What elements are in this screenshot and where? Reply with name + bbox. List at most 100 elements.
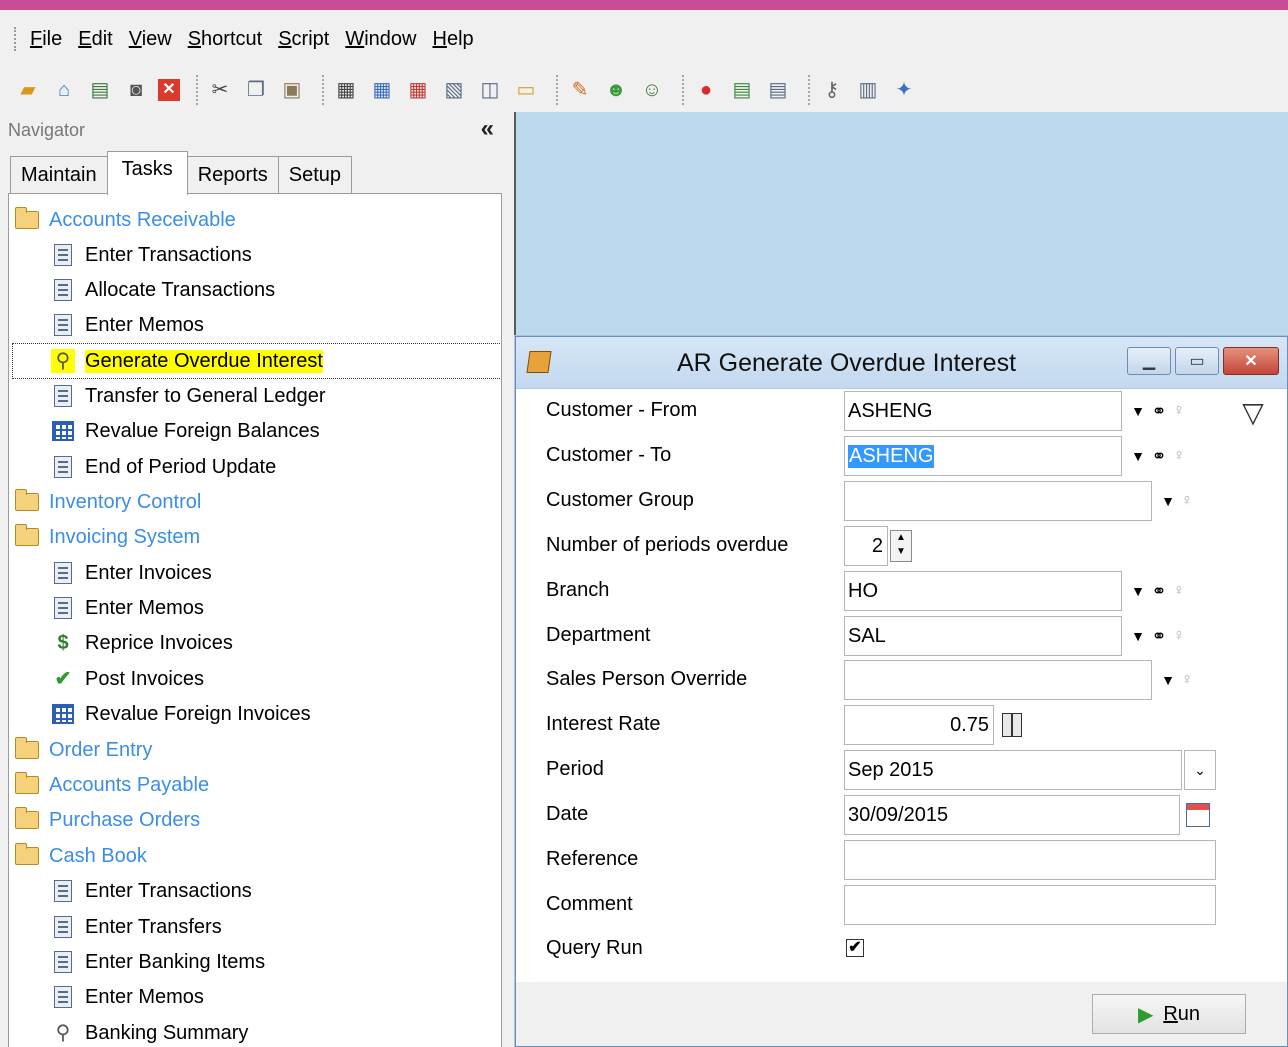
period-select[interactable]: Sep 2015 <box>844 750 1182 790</box>
sales-person-input[interactable] <box>844 660 1152 700</box>
tree-folder-invoicing-system[interactable]: Invoicing System <box>15 520 200 554</box>
tree-item-ar-enter-memos[interactable]: Enter Memos <box>51 308 204 342</box>
dialog-titlebar[interactable]: AR Generate Overdue Interest ▁ ▭ ✕ <box>516 337 1287 389</box>
maximize-button[interactable]: ▭ <box>1175 347 1219 375</box>
comment-input[interactable] <box>844 885 1216 925</box>
tree-item-ar-enter-transactions[interactable]: Enter Transactions <box>51 238 252 272</box>
branch-dropdown-icon[interactable]: ▼ <box>1128 577 1148 605</box>
clipboard-icon[interactable]: ▥ <box>854 76 882 104</box>
tree-item-inv-enter-invoices[interactable]: Enter Invoices <box>51 556 212 590</box>
camera-icon[interactable]: ◙ <box>122 76 150 104</box>
tree-folder-purchase-orders[interactable]: Purchase Orders <box>15 803 200 837</box>
preview-icon[interactable]: ◫ <box>476 76 504 104</box>
customer-from-hint-icon[interactable]: ♀ <box>1170 397 1188 425</box>
tree-item-inv-revalue[interactable]: Revalue Foreign Invoices <box>51 697 311 731</box>
users-icon[interactable]: ☻ <box>602 76 630 104</box>
menu-script[interactable]: Script <box>278 28 329 51</box>
tree-item-inv-enter-memos[interactable]: Enter Memos <box>51 591 204 625</box>
interest-rate-input[interactable]: 0.75 <box>844 705 994 745</box>
note-icon[interactable]: ▭ <box>512 76 540 104</box>
script-edit-icon[interactable]: ▤ <box>764 76 792 104</box>
calendar-icon[interactable] <box>1186 803 1210 827</box>
menu-view[interactable]: View <box>129 28 172 51</box>
periods-overdue-input[interactable]: 2 <box>844 526 888 566</box>
tree-item-cb-enter-memos[interactable]: Enter Memos <box>51 980 204 1014</box>
query-run-checkbox[interactable]: ✔ <box>846 939 864 957</box>
customer-group-dropdown-icon[interactable]: ▼ <box>1158 487 1178 515</box>
key-icon[interactable]: ⚷ <box>818 76 846 104</box>
tab-reports[interactable]: Reports <box>186 156 279 194</box>
calculator-icon[interactable] <box>1002 713 1022 737</box>
customer-from-input[interactable]: ASHENG <box>844 391 1122 431</box>
collapse-navigator-icon[interactable]: « <box>481 115 494 143</box>
pin-icon[interactable]: ✦ <box>890 76 918 104</box>
customer-from-dropdown-icon[interactable]: ▼ <box>1128 397 1148 425</box>
tree-folder-accounts-receivable[interactable]: Accounts Receivable <box>15 203 236 237</box>
close-button[interactable]: ✕ <box>1223 347 1279 375</box>
customer-from-search-icon[interactable]: ⚭ <box>1148 397 1170 425</box>
copy-icon[interactable]: ❐ <box>242 76 270 104</box>
run-button[interactable]: ▶ Run <box>1092 994 1246 1034</box>
home-icon[interactable]: ⌂ <box>50 76 78 104</box>
tree-folder-cash-book[interactable]: Cash Book <box>15 839 147 873</box>
customer-to-dropdown-icon[interactable]: ▼ <box>1128 442 1148 470</box>
department-dropdown-icon[interactable]: ▼ <box>1128 622 1148 650</box>
tree-item-ar-transfer-gl[interactable]: Transfer to General Ledger <box>51 379 326 413</box>
customer-group-hint-icon[interactable]: ♀ <box>1178 487 1196 515</box>
menu-grip[interactable] <box>14 27 20 51</box>
sales-person-dropdown-icon[interactable]: ▼ <box>1158 666 1178 694</box>
tab-maintain[interactable]: Maintain <box>10 156 108 194</box>
customer-group-input[interactable] <box>844 481 1152 521</box>
spin-down-icon[interactable]: ▼ <box>891 545 911 559</box>
close-red-icon[interactable]: ✕ <box>158 79 180 101</box>
schedule-icon[interactable]: ▦ <box>404 76 432 104</box>
cut-icon[interactable]: ✂ <box>206 76 234 104</box>
sales-person-hint-icon[interactable]: ♀ <box>1178 666 1196 694</box>
user-settings-icon[interactable]: ☺ <box>638 76 666 104</box>
menu-edit[interactable]: Edit <box>78 28 112 51</box>
script-run-icon[interactable]: ▤ <box>728 76 756 104</box>
paste-icon[interactable]: ▣ <box>278 76 306 104</box>
menu-file[interactable]: File <box>30 28 62 51</box>
customer-to-search-icon[interactable]: ⚭ <box>1148 442 1170 470</box>
department-hint-icon[interactable]: ♀ <box>1170 622 1188 650</box>
tree-folder-order-entry[interactable]: Order Entry <box>15 733 152 767</box>
tree-item-ar-allocate-transactions[interactable]: Allocate Transactions <box>51 273 275 307</box>
branch-hint-icon[interactable]: ♀ <box>1170 577 1188 605</box>
date-input[interactable]: 30/09/2015 <box>844 795 1180 835</box>
reference-input[interactable] <box>844 840 1216 880</box>
report-icon[interactable]: ▧ <box>440 76 468 104</box>
periods-overdue-spinner[interactable]: ▲ ▼ <box>890 530 912 562</box>
records-icon[interactable]: ▤ <box>86 76 114 104</box>
tab-setup[interactable]: Setup <box>277 156 353 194</box>
menu-help[interactable]: Help <box>433 28 474 51</box>
calculator-icon[interactable]: ▦ <box>332 76 360 104</box>
tree-item-cb-enter-transfers[interactable]: Enter Transfers <box>51 910 222 944</box>
tab-tasks[interactable]: Tasks <box>106 151 188 195</box>
department-input[interactable]: SAL <box>844 616 1122 656</box>
tree-item-ar-generate-overdue-interest[interactable]: ⚲ Generate Overdue Interest <box>12 343 501 379</box>
tree-item-cb-enter-banking[interactable]: Enter Banking Items <box>51 945 265 979</box>
tree-folder-accounts-payable[interactable]: Accounts Payable <box>15 768 209 802</box>
customer-to-hint-icon[interactable]: ♀ <box>1170 442 1188 470</box>
minimize-button[interactable]: ▁ <box>1127 347 1171 375</box>
menu-shortcut[interactable]: Shortcut <box>188 28 263 51</box>
tree-item-ar-revalue-foreign[interactable]: Revalue Foreign Balances <box>51 414 320 448</box>
record-icon[interactable]: ● <box>692 76 720 104</box>
calendar-icon[interactable]: ▦ <box>368 76 396 104</box>
open-folder-icon[interactable]: ▰ <box>14 76 42 104</box>
menu-window[interactable]: Window <box>345 28 416 51</box>
customer-to-input[interactable]: ASHENG <box>844 436 1122 476</box>
tree-item-cb-banking-summary[interactable]: ⚲ Banking Summary <box>51 1016 249 1047</box>
edit-note-icon[interactable]: ✎ <box>566 76 594 104</box>
branch-input[interactable]: HO <box>844 571 1122 611</box>
tree-item-inv-reprice[interactable]: $ Reprice Invoices <box>51 626 232 660</box>
branch-search-icon[interactable]: ⚭ <box>1148 577 1170 605</box>
department-search-icon[interactable]: ⚭ <box>1148 622 1170 650</box>
filter-icon[interactable]: ▽ <box>1236 395 1270 429</box>
tree-item-cb-enter-transactions[interactable]: Enter Transactions <box>51 874 252 908</box>
period-dropdown-icon[interactable]: ⌄ <box>1184 750 1216 790</box>
spin-up-icon[interactable]: ▲ <box>891 531 911 545</box>
tree-item-ar-end-of-period[interactable]: End of Period Update <box>51 450 276 484</box>
tree-folder-inventory-control[interactable]: Inventory Control <box>15 485 201 519</box>
